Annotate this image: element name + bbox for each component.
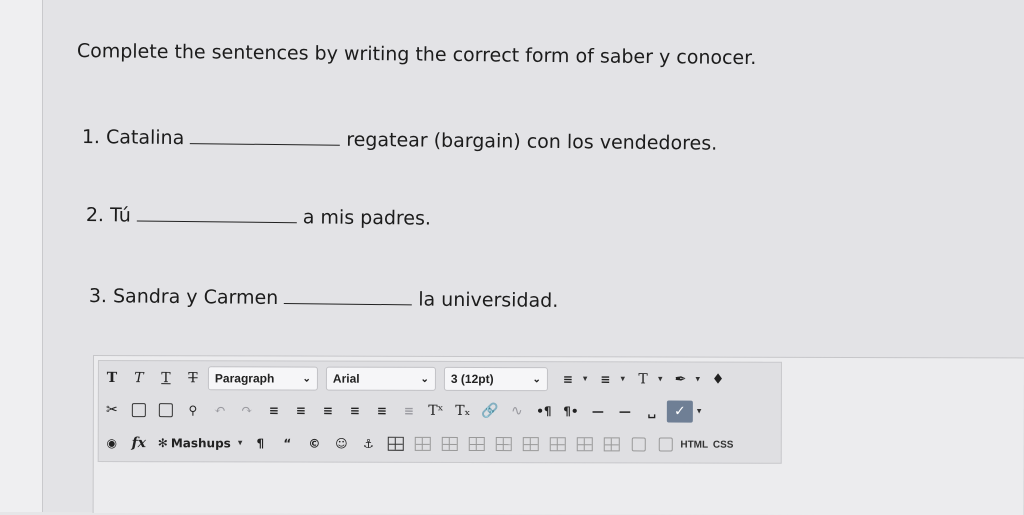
caret-down-icon[interactable]: ▾ [238,438,243,448]
strikethrough-button[interactable]: T [181,366,205,390]
mashups-label: Mashups [170,436,231,451]
left-gutter [0,0,43,512]
align-left-icon[interactable]: ≡ [262,398,286,422]
caret-down-icon[interactable]: ▾ [658,374,663,384]
question-3-prefix: 3. Sandra y Carmen [88,285,279,309]
outdent-icon[interactable]: ≡ [397,399,421,423]
subscript-button[interactable]: Tₓ [451,399,475,423]
caret-down-icon[interactable]: ▾ [583,374,588,384]
emoticon-icon[interactable]: ☺ [329,432,353,456]
question-2-prefix: 2. Tú [85,204,131,227]
table-props-icon[interactable] [626,432,650,456]
find-icon[interactable]: ⚲ [181,398,205,422]
question-3-suffix: la universidad. [418,288,559,312]
mashups-icon: ✻ [157,436,168,451]
chevron-down-icon: ⌄ [302,373,311,385]
copy-icon[interactable] [127,398,151,422]
align-right-icon[interactable]: ≡ [316,399,340,423]
text-color-icon[interactable]: T [631,367,655,391]
link-icon[interactable]: 🔗 [478,399,502,423]
redo-icon[interactable]: ↷ [235,398,259,422]
horizontal-rule-icon[interactable]: — [586,399,610,423]
ltr-icon[interactable]: •¶ [532,399,556,423]
nonbreaking-space-icon[interactable]: ␣ [640,399,664,423]
align-justify-icon[interactable]: ≡ [343,399,367,423]
rtl-icon[interactable]: ¶• [559,399,583,423]
formula-button[interactable]: fx [127,431,151,455]
indent-icon[interactable]: ≡ [370,399,394,423]
bullet-list-icon[interactable]: ≡ [556,367,580,391]
font-select[interactable]: Arial ⌄ [325,366,436,391]
question-2: 2. Tú a mis padres. [86,204,431,230]
chevron-down-icon: ⌄ [420,373,429,385]
paragraph-select[interactable]: Paragraph ⌄ [207,366,318,391]
table-row-below-icon[interactable] [437,432,461,456]
paragraph-mark-icon[interactable]: ¶ [248,431,272,455]
anchor-icon[interactable]: ⚓ [356,432,380,456]
bold-button[interactable]: T [100,366,124,390]
question-1-prefix: 1. Catalina [81,126,185,150]
table-row-above-icon[interactable] [410,432,434,456]
toolbar-row-3: ◉ fx ✻ Mashups ▾ ¶ “ © ☺ ⚓ HTML CSS [100,429,738,459]
highlight-pen-icon[interactable]: ✒ [669,368,693,392]
table-delete-row-icon[interactable] [518,432,542,456]
blockquote-icon[interactable]: “ [275,431,299,455]
question-2-suffix: a mis padres. [302,206,432,230]
rich-text-editor: T T T T Paragraph ⌄ Arial ⌄ 3 (12pt) ⌄ ≡… [92,355,1024,515]
question-1-suffix: regatear (bargain) con los vendedores. [346,128,718,155]
unlink-icon[interactable]: ∿ [505,399,529,423]
numbered-list-icon[interactable]: ≡ [593,367,617,391]
copyright-icon[interactable]: © [302,432,326,456]
italic-button[interactable]: T [127,366,151,390]
em-dash-icon[interactable]: — [613,399,637,423]
css-button[interactable]: CSS [711,433,735,457]
font-size-select-value: 3 (12pt) [450,371,494,387]
table-split-icon[interactable] [599,432,623,456]
table-delete-col-icon[interactable] [545,432,569,456]
paragraph-select-value: Paragraph [214,371,275,386]
caret-down-icon[interactable]: ▾ [696,375,701,385]
table-col-right-icon[interactable] [491,432,515,456]
cut-icon[interactable]: ✂ [100,398,124,422]
table-merge-icon[interactable] [572,432,596,456]
caret-down-icon[interactable]: ▾ [620,374,625,384]
toolbar-row-1: T T T T Paragraph ⌄ Arial ⌄ 3 (12pt) ⌄ ≡… [100,364,733,394]
question-3-blank[interactable] [284,302,413,306]
toolbar-row-2: ✂ ⚲ ↶ ↷ ≡ ≡ ≡ ≡ ≡ ≡ Tˣ Tₓ 🔗 ∿ •¶ ¶• — — … [100,396,708,426]
question-1-blank[interactable] [190,142,341,146]
font-size-select[interactable]: 3 (12pt) ⌄ [443,366,548,392]
eraser-icon[interactable]: ♦ [706,368,730,392]
mashups-button[interactable]: ✻ Mashups [154,431,235,455]
align-center-icon[interactable]: ≡ [289,399,313,423]
caret-down-icon[interactable]: ▾ [697,407,702,417]
table-icon[interactable] [383,432,407,456]
superscript-button[interactable]: Tˣ [424,399,448,423]
underline-button[interactable]: T [154,366,178,390]
html-source-button[interactable]: HTML [680,433,708,457]
font-select-value: Arial [332,371,360,386]
table-col-left-icon[interactable] [464,432,488,456]
spellcheck-icon[interactable]: ✓ [666,400,693,423]
undo-icon[interactable]: ↶ [208,398,232,422]
table-cell-props-icon[interactable] [653,432,677,456]
paste-icon[interactable] [154,398,178,422]
preview-icon[interactable]: ◉ [100,431,124,455]
question-2-blank[interactable] [136,219,297,224]
chevron-down-icon: ⌄ [532,373,541,385]
